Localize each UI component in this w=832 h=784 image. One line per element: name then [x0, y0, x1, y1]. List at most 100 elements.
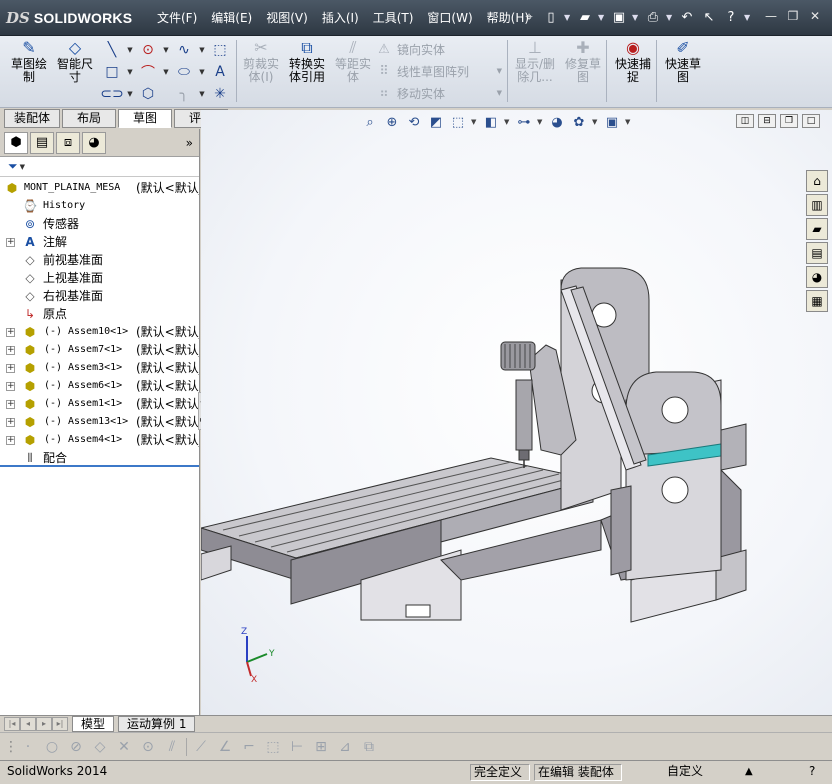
next-tab-icon[interactable]: ▸: [36, 717, 52, 731]
menu-window[interactable]: 窗口(W): [420, 9, 479, 27]
linear-pattern-dropdown-icon[interactable]: ▼: [497, 67, 502, 75]
circle-dropdown-icon[interactable]: ▼: [162, 41, 170, 59]
displaymanager-tab-icon[interactable]: ◕: [82, 131, 106, 154]
slot-dropdown-icon[interactable]: ▼: [126, 85, 134, 103]
view-orientation-icon[interactable]: ⬚: [449, 113, 467, 131]
corner-icon[interactable]: ⌐: [239, 737, 259, 757]
dashed-box-icon[interactable]: ⬚: [263, 737, 283, 757]
apply-scene-dropdown-icon[interactable]: ▼: [592, 118, 599, 126]
new-dropdown-icon[interactable]: ▼: [564, 13, 572, 22]
tree-root-assembly[interactable]: ⬢ MONT_PLAINA_MESA (默认<默认_: [0, 179, 199, 197]
view-palette-icon[interactable]: ▤: [806, 242, 828, 264]
tree-component[interactable]: + ⬢ (-) Assem3<1> (默认<默认_5: [0, 359, 199, 377]
circle-tool-icon[interactable]: ○: [42, 737, 62, 757]
tree-item-right-plane[interactable]: ◇ 右视基准面: [0, 287, 199, 305]
tab-layout[interactable]: 布局: [62, 109, 116, 128]
expand-toggle-icon[interactable]: +: [6, 382, 15, 391]
menu-insert[interactable]: 插入(I): [315, 9, 366, 27]
units-dropdown-icon[interactable]: ▲: [742, 764, 756, 781]
circle-icon[interactable]: ⊙: [138, 41, 158, 59]
undo-icon[interactable]: ↶: [678, 8, 696, 26]
ellipse-icon[interactable]: ⬭: [174, 63, 194, 81]
tree-item-sensors[interactable]: ⊚ 传感器: [0, 215, 199, 233]
menu-view[interactable]: 视图(V): [259, 9, 315, 27]
open-folder-icon[interactable]: ▰: [576, 8, 594, 26]
construction-geometry-icon[interactable]: ⬚: [210, 41, 230, 59]
apply-scene-icon[interactable]: ✿: [570, 113, 588, 131]
offset-entities-button[interactable]: ⫽ 等距实 体: [330, 38, 376, 104]
units-status[interactable]: 自定义: [664, 764, 706, 781]
display-delete-relations-button[interactable]: ⊥ 显示/删 除几...: [512, 38, 558, 104]
ellipse-dropdown-icon[interactable]: ▼: [198, 63, 206, 81]
help-status-icon[interactable]: ?: [806, 764, 818, 781]
filter-dropdown-icon[interactable]: ▼: [20, 163, 25, 171]
smart-line-icon[interactable]: ⟋: [191, 737, 211, 757]
polygon-tool-icon[interactable]: ◇: [90, 737, 110, 757]
angle-icon[interactable]: ∠: [215, 737, 235, 757]
appearances-icon[interactable]: ◕: [806, 266, 828, 288]
sketch-button[interactable]: ✎ 草图绘 制: [6, 38, 52, 104]
dimension-icon[interactable]: ⊢: [287, 737, 307, 757]
restore-icon[interactable]: ❐: [784, 8, 802, 24]
print-dropdown-icon[interactable]: ▼: [666, 13, 674, 22]
convert-entities-button[interactable]: ⧉ 转换实 体引用: [284, 38, 330, 104]
tree-item-origin[interactable]: ↳ 原点: [0, 305, 199, 323]
print-icon[interactable]: ⎙: [644, 8, 662, 26]
tree-item-front-plane[interactable]: ◇ 前视基准面: [0, 251, 199, 269]
tab-model[interactable]: 模型: [72, 716, 115, 732]
last-tab-icon[interactable]: ▸|: [52, 717, 68, 731]
new-document-icon[interactable]: ▯: [542, 8, 560, 26]
line-dropdown-icon[interactable]: ▼: [126, 41, 134, 59]
zoom-to-fit-icon[interactable]: ⌕: [361, 113, 379, 131]
move-dropdown-icon[interactable]: ▼: [497, 89, 502, 97]
save-icon[interactable]: ▣: [610, 8, 628, 26]
view-settings-icon[interactable]: ▣: [603, 113, 621, 131]
line-tool-icon[interactable]: ⊘: [66, 737, 86, 757]
featuremanager-tab-icon[interactable]: ⬢: [4, 131, 28, 154]
rapid-sketch-button[interactable]: ✐ 快速草 图: [660, 38, 706, 104]
display-style-icon[interactable]: ◧: [482, 113, 500, 131]
perpendicular-icon[interactable]: ⊙: [138, 737, 158, 757]
edit-appearance-icon[interactable]: ◕: [548, 113, 566, 131]
first-tab-icon[interactable]: |◂: [4, 717, 20, 731]
tree-component[interactable]: + ⬢ (-) Assem13<1> (默认<默认_: [0, 413, 199, 431]
menu-file[interactable]: 文件(F): [150, 9, 204, 27]
viewport-tile-icon[interactable]: ⊟: [758, 114, 776, 128]
parallel-icon[interactable]: ⫽: [162, 737, 182, 757]
tree-filter[interactable]: ⏷ ▼: [0, 157, 199, 177]
point-icon[interactable]: ·: [18, 737, 38, 757]
rectangle-dropdown-icon[interactable]: ▼: [126, 63, 134, 81]
tab-sketch[interactable]: 草图: [118, 109, 172, 128]
viewport-restore-icon[interactable]: ❐: [780, 114, 798, 128]
expand-toggle-icon[interactable]: +: [6, 238, 15, 247]
point-icon[interactable]: ✳: [210, 85, 230, 103]
close-icon[interactable]: ✕: [806, 8, 824, 24]
quick-snaps-button[interactable]: ◉ 快速捕 捉: [610, 38, 656, 104]
prev-tab-icon[interactable]: ◂: [20, 717, 36, 731]
filter-icon[interactable]: ⏷: [8, 159, 18, 174]
display-style-dropdown-icon[interactable]: ▼: [504, 118, 511, 126]
tree-component[interactable]: + ⬢ (-) Assem7<1> (默认<默认_5: [0, 341, 199, 359]
spline-dropdown-icon[interactable]: ▼: [198, 41, 206, 59]
repair-sketch-button[interactable]: ✚ 修复草 图: [560, 38, 606, 104]
smart-dimension-button[interactable]: ◇ 智能尺 寸: [52, 38, 98, 104]
configurationmanager-tab-icon[interactable]: ⧈: [56, 131, 80, 154]
line-icon[interactable]: ╲: [102, 41, 122, 59]
intersection-icon[interactable]: ✕: [114, 737, 134, 757]
tree-item-annotations[interactable]: + A 注解: [0, 233, 199, 251]
open-dropdown-icon[interactable]: ▼: [598, 13, 606, 22]
minimize-icon[interactable]: —: [762, 8, 780, 24]
expand-toggle-icon[interactable]: +: [6, 400, 15, 409]
text-icon[interactable]: A: [210, 63, 230, 81]
tree-component[interactable]: + ⬢ (-) Assem1<1> (默认<默认_5: [0, 395, 199, 413]
spline-icon[interactable]: ∿: [174, 41, 194, 59]
save-dropdown-icon[interactable]: ▼: [632, 13, 640, 22]
expand-toggle-icon[interactable]: +: [6, 328, 15, 337]
tree-component[interactable]: + ⬢ (-) Assem6<1> (默认<默认_5: [0, 377, 199, 395]
previous-view-icon[interactable]: ⟲: [405, 113, 423, 131]
help-icon[interactable]: ?: [722, 8, 740, 26]
view-settings-dropdown-icon[interactable]: ▼: [625, 118, 632, 126]
tab-assembly[interactable]: 装配体: [4, 109, 60, 128]
tree-item-top-plane[interactable]: ◇ 上视基准面: [0, 269, 199, 287]
menu-edit[interactable]: 编辑(E): [204, 9, 259, 27]
